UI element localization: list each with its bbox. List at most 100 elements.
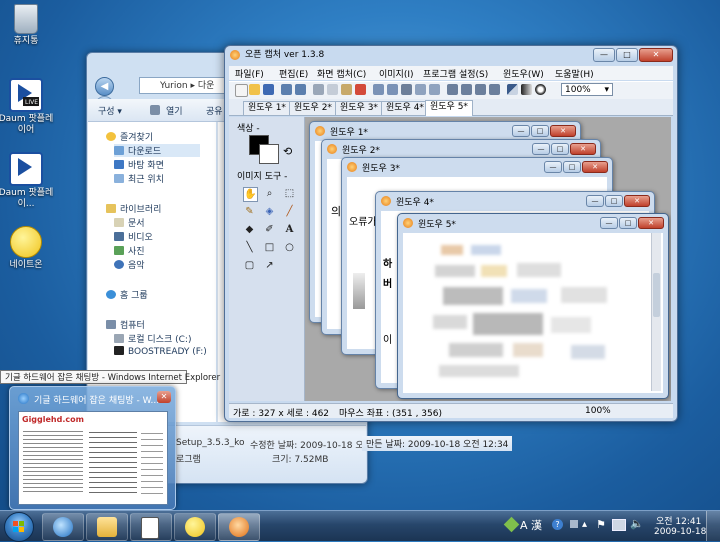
pencil-tool-icon[interactable]: ✎ — [243, 205, 256, 218]
vertical-scrollbar[interactable] — [651, 233, 661, 391]
color-picker-tool-icon[interactable]: ✐ — [263, 223, 276, 236]
zoom-select[interactable]: 100% ▾ — [561, 83, 613, 96]
minimize-button[interactable]: — — [512, 125, 530, 137]
nav-documents[interactable]: 문서 — [114, 216, 145, 229]
close-button[interactable]: ✕ — [582, 161, 608, 173]
nav-music[interactable]: 음악 — [114, 258, 145, 271]
maximize-button[interactable]: □ — [531, 125, 549, 137]
nav-recent[interactable]: 최근 위치 — [114, 172, 164, 185]
text-tool-icon[interactable]: A — [283, 223, 296, 236]
brush-tool-icon[interactable]: ╱ — [283, 205, 296, 218]
invert-icon[interactable] — [507, 84, 518, 95]
capture-full-icon[interactable] — [401, 84, 412, 95]
capture-fixed-icon[interactable] — [415, 84, 426, 95]
maximize-button[interactable]: □ — [619, 217, 637, 229]
share-button[interactable]: 공유 — [206, 104, 223, 117]
minimize-button[interactable]: — — [544, 161, 562, 173]
child-window-canvas[interactable] — [403, 233, 663, 393]
volume-icon[interactable]: 🔈 — [630, 517, 644, 530]
minimize-button[interactable]: — — [586, 195, 604, 207]
rotate-icon[interactable] — [447, 84, 458, 95]
rounded-rect-tool-icon[interactable]: ▢ — [243, 259, 256, 272]
grayscale-icon[interactable] — [521, 84, 532, 95]
minimize-button[interactable]: — — [600, 217, 618, 229]
tray-icon[interactable] — [570, 520, 578, 528]
nav-videos[interactable]: 비디오 — [114, 230, 153, 243]
close-button[interactable]: ✕ — [570, 143, 596, 155]
zoom-tool-icon[interactable]: ⌕ — [263, 187, 276, 200]
nav-local-disk[interactable]: 로컬 디스크 (C:) — [114, 332, 191, 345]
fill-tool-icon[interactable]: ◈ — [263, 205, 276, 218]
menu-help[interactable]: 도움말(H) — [555, 67, 594, 80]
start-button[interactable] — [4, 512, 34, 542]
minimize-button[interactable]: — — [593, 48, 615, 62]
taskbar-item-internet-explorer[interactable] — [42, 513, 84, 541]
tab-window-2[interactable]: 윈도우 2* — [289, 101, 337, 115]
capture-scroll-icon[interactable] — [429, 84, 440, 95]
back-button[interactable]: ◀ — [95, 77, 114, 96]
save-icon[interactable] — [263, 84, 274, 95]
nav-homegroup[interactable]: 홈 그룹 — [106, 288, 148, 301]
desktop-icon-daum-potplayer[interactable]: Daum 팟플레이... — [0, 152, 56, 210]
taskbar-thumbnail-preview[interactable]: 기글 하드웨어 잡은 채팅방 - W... ✕ Gigglehd.com — [9, 386, 176, 510]
copy-icon[interactable] — [327, 84, 338, 95]
action-center-flag-icon[interactable]: ⚑ — [596, 518, 606, 531]
minimize-button[interactable]: — — [532, 143, 550, 155]
nav-libraries[interactable]: 라이브러리 — [106, 202, 161, 215]
arrow-tool-icon[interactable]: ↗ — [263, 259, 276, 272]
close-button[interactable]: ✕ — [638, 217, 664, 229]
taskbar-item-nateon[interactable] — [174, 513, 216, 541]
nav-pictures[interactable]: 사진 — [114, 244, 145, 257]
swap-colors-icon[interactable]: ⟲ — [283, 145, 292, 158]
open-button[interactable]: 열기 — [166, 104, 183, 117]
nav-downloads[interactable]: 다운로드 — [114, 144, 200, 157]
menu-window[interactable]: 윈도우(W) — [503, 67, 544, 80]
paste-icon[interactable] — [341, 84, 352, 95]
background-color-swatch[interactable] — [259, 144, 279, 164]
language-bar-icon[interactable] — [503, 516, 520, 533]
nav-computer[interactable]: 컴퓨터 — [106, 318, 145, 331]
line-tool-icon[interactable]: ╲ — [243, 241, 256, 254]
redo-icon[interactable] — [295, 84, 306, 95]
mdi-workspace[interactable]: 윈도우 1* — □ ✕ 윈도우 2* — □ ✕ 의 윈도우 3* — □ ✕ 오류가 빈 — [305, 117, 671, 401]
contrast-icon[interactable] — [535, 84, 546, 95]
desktop-icon-recycle-bin[interactable]: 휴지통 — [0, 4, 56, 47]
show-desktop-button[interactable] — [706, 511, 720, 541]
resize-icon[interactable] — [461, 84, 472, 95]
crop-icon[interactable] — [475, 84, 486, 95]
taskbar-item-opencapture[interactable] — [218, 513, 260, 541]
window-titlebar[interactable]: 오픈 캡처 ver 1.3.8 — □ ✕ — [225, 46, 677, 64]
capture-window-icon[interactable] — [373, 84, 384, 95]
capture-region-icon[interactable] — [387, 84, 398, 95]
organize-button[interactable]: 구성 ▾ — [98, 104, 122, 117]
desktop-icon-daum-potplayer-live[interactable]: LIVE Daum 팟플레이어 — [0, 78, 56, 136]
ellipse-tool-icon[interactable]: ○ — [283, 241, 296, 254]
tab-window-5[interactable]: 윈도우 5* — [425, 100, 473, 116]
delete-icon[interactable] — [355, 84, 366, 95]
close-button[interactable]: ✕ — [550, 125, 576, 137]
opencapture-window[interactable]: 오픈 캡처 ver 1.3.8 — □ ✕ 파일(F) 편집(E) 화면 캡처(C)… — [224, 45, 678, 422]
tab-window-4[interactable]: 윈도우 4* — [381, 101, 429, 115]
flip-icon[interactable] — [489, 84, 500, 95]
select-tool-icon[interactable]: ⬚ — [283, 187, 296, 200]
maximize-button[interactable]: □ — [605, 195, 623, 207]
tab-window-3[interactable]: 윈도우 3* — [335, 101, 383, 115]
menu-edit[interactable]: 편집(E) — [279, 67, 308, 80]
clock-date[interactable]: 2009-10-18 — [654, 527, 706, 537]
rectangle-tool-icon[interactable]: □ — [263, 241, 276, 254]
hand-tool-icon[interactable]: ✋ — [243, 187, 258, 202]
undo-icon[interactable] — [281, 84, 292, 95]
open-folder-icon[interactable] — [249, 84, 260, 95]
ime-indicator[interactable]: A 漢 — [520, 517, 542, 533]
close-button[interactable]: ✕ — [624, 195, 650, 207]
clock-time[interactable]: 오전 12:41 — [656, 514, 701, 527]
menu-settings[interactable]: 프로그램 설정(S) — [423, 67, 488, 80]
menu-file[interactable]: 파일(F) — [235, 67, 264, 80]
cut-icon[interactable] — [313, 84, 324, 95]
desktop-icon-nateon[interactable]: 네이트온 — [0, 226, 56, 271]
menu-image[interactable]: 이미지(I) — [379, 67, 414, 80]
help-icon[interactable]: ? — [552, 519, 563, 530]
tab-window-1[interactable]: 윈도우 1* — [243, 101, 291, 115]
maximize-button[interactable]: □ — [616, 48, 638, 62]
eraser-tool-icon[interactable]: ◆ — [243, 223, 256, 236]
